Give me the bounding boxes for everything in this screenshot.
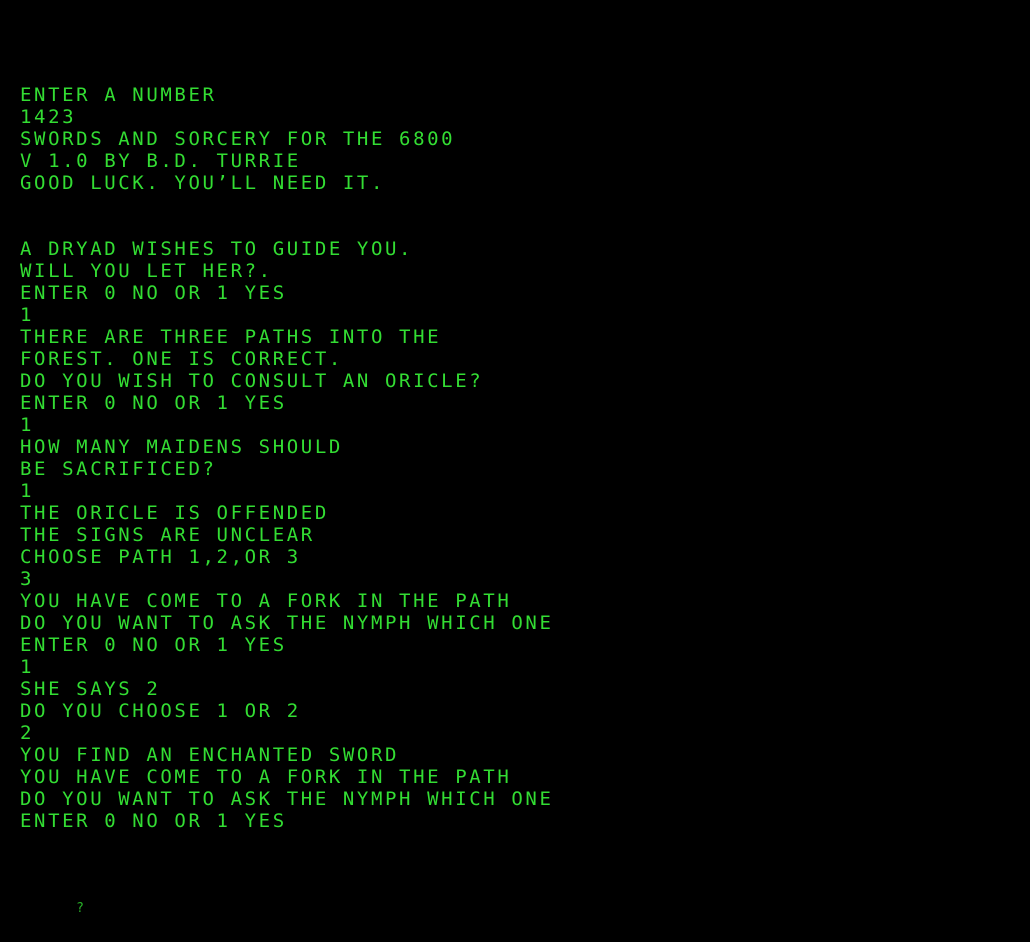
output-line: DO YOU CHOOSE 1 OR 2 (20, 700, 301, 722)
output-lines: ENTER A NUMBER 1423 SWORDS AND SORCERY FOR… (20, 84, 1010, 832)
output-line: ENTER 0 NO OR 1 YES (20, 282, 287, 304)
output-line: DO YOU WANT TO ASK THE NYMPH WHICH ONE (20, 612, 554, 634)
input-prompt[interactable]: ? (20, 876, 1010, 916)
output-line: YOU HAVE COME TO A FORK IN THE PATH (20, 590, 512, 612)
output-line: 1 (20, 656, 35, 678)
output-line: BE SACRIFICED? (20, 458, 217, 480)
output-line: ENTER A NUMBER (20, 84, 217, 106)
terminal-screen: { "terminal": { "lines": [ "ENTER A NUMB… (0, 0, 1030, 916)
output-line: CHOOSE PATH 1,2,OR 3 (20, 546, 301, 568)
output-line: YOU HAVE COME TO A FORK IN THE PATH (20, 766, 512, 788)
output-line: SWORDS AND SORCERY FOR THE 6800 (20, 128, 456, 150)
output-line: 1423 (20, 106, 77, 128)
output-line: THE SIGNS ARE UNCLEAR (20, 524, 315, 546)
output-line: 1 (20, 480, 35, 502)
output-line: 2 (20, 722, 35, 744)
output-line: FOREST. ONE IS CORRECT. (20, 348, 343, 370)
prompt-cursor: ? (76, 901, 87, 916)
output-line: ENTER 0 NO OR 1 YES (20, 392, 287, 414)
output-line: DO YOU WANT TO ASK THE NYMPH WHICH ONE (20, 788, 554, 810)
output-line: ENTER 0 NO OR 1 YES (20, 634, 287, 656)
output-line: A DRYAD WISHES TO GUIDE YOU. (20, 238, 414, 260)
output-line: 1 (20, 414, 35, 436)
output-line: YOU FIND AN ENCHANTED SWORD (20, 744, 400, 766)
output-line: THE ORICLE IS OFFENDED (20, 502, 329, 524)
output-line: ENTER 0 NO OR 1 YES (20, 810, 287, 832)
output-line: SHE SAYS 2 (20, 678, 161, 700)
output-line: 3 (20, 568, 35, 590)
output-line: 1 (20, 304, 35, 326)
terminal-output: ENTER A NUMBER 1423 SWORDS AND SORCERY FOR… (20, 40, 1010, 916)
output-line: DO YOU WISH TO CONSULT AN ORICLE? (20, 370, 484, 392)
output-line: THERE ARE THREE PATHS INTO THE (20, 326, 442, 348)
output-line: HOW MANY MAIDENS SHOULD (20, 436, 343, 458)
output-line: V 1.0 BY B.D. TURRIE (20, 150, 301, 172)
output-line: WILL YOU LET HER?. (20, 260, 273, 282)
output-line: GOOD LUCK. YOU’LL NEED IT. (20, 172, 386, 194)
